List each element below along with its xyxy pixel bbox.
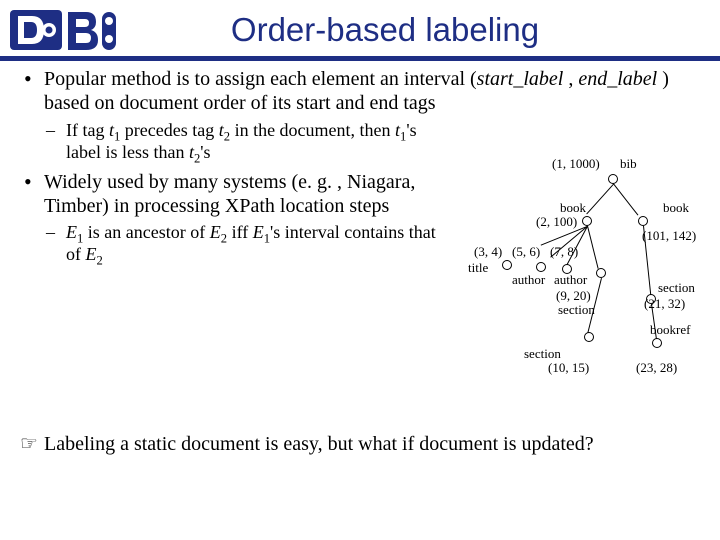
label-section2: section [658,280,695,296]
interval-bib: (1, 1000) [552,156,600,172]
bullet-text: Popular method is to assign each element… [44,68,669,114]
header-rule [0,56,720,61]
label-book-right: book [663,200,689,216]
label-bookref: bookref [650,322,690,338]
node-bookref [652,338,662,348]
label-title: title [468,260,488,276]
slide-header: Order-based labeling [0,0,720,54]
interval-book1: (2, 100) [536,214,577,230]
sub-bullet-tag-precedes: If tag t1 precedes tag t2 in the documen… [44,120,446,164]
pointing-hand-icon: ☞ [20,432,38,456]
sub-bullet-ancestor: E1 is an ancestor of E2 iff E1's interva… [44,222,446,266]
interval-book2: (101, 142) [642,228,696,244]
node-section3 [584,332,594,342]
node-title [502,260,512,270]
tree-diagram: (1, 1000) bib book (2, 100) book (101, 1… [450,170,698,426]
interval-bookref: (23, 28) [636,360,677,376]
label-bib: bib [620,156,637,172]
node-bib [608,174,618,184]
node-book1 [582,216,592,226]
node-section1 [596,268,606,278]
bullet-final-question: ☞ Labeling a static document is easy, bu… [22,432,698,456]
slide-title: Order-based labeling [120,11,710,49]
node-book2 [638,216,648,226]
label-author1: author [512,272,545,288]
bullet-popular-method: Popular method is to assign each element… [22,67,698,166]
bullet-widely-used: Widely used by many systems (e. g. , Nia… [22,170,446,267]
slide-content: Popular method is to assign each element… [0,67,720,456]
node-author1 [536,262,546,272]
interval-34: (3, 4) [474,244,502,260]
bullet-text: Widely used by many systems (e. g. , Nia… [44,171,415,217]
duke-db-logo [10,6,120,54]
interval-78: (7, 8) [550,244,578,260]
final-text: Labeling a static document is easy, but … [44,433,594,455]
interval-section3: (10, 15) [548,360,589,376]
interval-56: (5, 6) [512,244,540,260]
label-author2: author [554,272,587,288]
label-section1: section [558,302,595,318]
